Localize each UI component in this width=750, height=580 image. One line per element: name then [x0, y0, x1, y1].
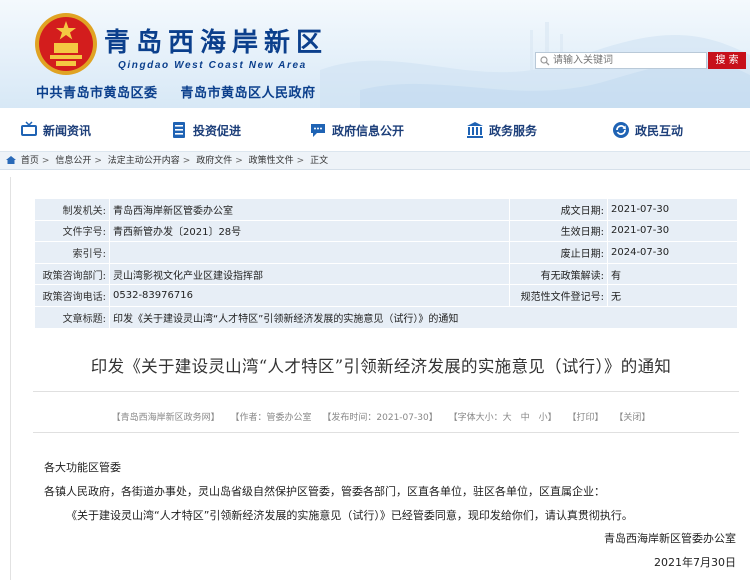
nav-item-services[interactable]: 政务服务: [466, 120, 537, 140]
nav-label: 政府信息公开: [332, 123, 405, 138]
breadcrumb-info[interactable]: 信息公开: [55, 156, 91, 166]
table-row: 文件字号: 青西新管办发〔2021〕28号 生效日期: 2021-07-30: [34, 219, 738, 243]
main-navigation: 新闻资讯 投资促进 政府信息公开 政务服务 政民互动: [0, 108, 750, 152]
meta-label: 文章标题:: [34, 305, 110, 329]
meta-label: 索引号:: [34, 241, 110, 264]
org-government: 青岛市黄岛区人民政府: [180, 86, 316, 101]
recipients: 各镇人民政府，各街道办事处，灵山岛省级自然保护区管委，管委各部门，区直各单位，驻…: [44, 485, 605, 498]
meta-value: 有: [607, 262, 738, 286]
meta-label: 制发机关:: [34, 198, 110, 221]
print-link[interactable]: 【打印】: [567, 413, 603, 423]
font-size-control[interactable]: 【字体大小：大 中 小】: [449, 413, 557, 423]
source-text: 【青岛西海岸新区政务网】: [111, 413, 220, 423]
meta-value: 无: [607, 284, 738, 307]
meta-label: 规范性文件登记号:: [509, 284, 608, 307]
meta-value: 青岛西海岸新区管委办公室: [109, 198, 510, 221]
signature-date: 2021年7月30日: [654, 556, 736, 569]
nav-item-news[interactable]: 新闻资讯: [20, 120, 91, 140]
meta-label: 政策咨询部门:: [34, 262, 110, 286]
refresh-icon: [613, 122, 629, 138]
building-icon: [467, 122, 483, 138]
article-content: 制发机关: 青岛西海岸新区管委办公室 成文日期: 2021-07-30 文件字号…: [10, 177, 750, 580]
meta-value: 灵山湾影视文化产业区建设指挥部: [109, 262, 510, 286]
breadcrumb: 首页 > 信息公开 > 法定主动公开内容 > 政府文件 > 政策性文件 > 正文: [0, 152, 750, 170]
nav-item-investment[interactable]: 投资促进: [170, 120, 241, 140]
meta-value: 2021-07-30: [607, 219, 738, 243]
table-row: 政策咨询部门: 灵山湾影视文化产业区建设指挥部 有无政策解读: 有: [34, 262, 738, 286]
meta-label: 废止日期:: [509, 241, 608, 264]
divider: [33, 391, 739, 392]
search-button[interactable]: 搜 索: [708, 52, 746, 69]
search-box[interactable]: [535, 52, 707, 69]
tv-icon: [21, 121, 37, 136]
close-link[interactable]: 【关闭】: [614, 413, 650, 423]
breadcrumb-gov-files[interactable]: 政府文件: [196, 156, 232, 166]
site-header: 青岛西海岸新区 Qingdao West Coast New Area 中共青岛…: [0, 0, 750, 108]
site-subtitle: Qingdao West Coast New Area: [118, 60, 307, 71]
meta-value: 2024-07-30: [607, 241, 738, 264]
nav-item-info-disclosure[interactable]: 政府信息公开: [309, 120, 404, 140]
site-title: 青岛西海岸新区: [104, 28, 329, 58]
table-row: 文章标题: 印发《关于建设灵山湾“人才特区”引领新经济发展的实施意见（试行）》的…: [34, 305, 738, 329]
search-icon: [540, 56, 550, 66]
meta-value: [109, 241, 510, 264]
national-emblem-icon: [35, 13, 97, 75]
salutation: 各大功能区管委: [44, 461, 121, 474]
nav-item-interaction[interactable]: 政民互动: [612, 120, 683, 140]
body-paragraph: 《关于建设灵山湾“人才特区”引领新经济发展的实施意见（试行）》已经管委同意，现印…: [66, 509, 633, 522]
nav-label: 新闻资讯: [43, 123, 92, 138]
breadcrumb-current: 正文: [310, 156, 329, 166]
article-toolbar: 【青岛西海岸新区政务网】 【作者：管委办公室 【发布时间：2021-07-30】…: [11, 410, 750, 423]
meta-value: 印发《关于建设灵山湾“人才特区”引领新经济发展的实施意见（试行）》的通知: [109, 305, 738, 329]
meta-label: 有无政策解读:: [509, 262, 608, 286]
chat-icon: [311, 124, 325, 137]
meta-value: 2021-07-30: [607, 198, 738, 221]
meta-label: 成文日期:: [509, 198, 608, 221]
table-row: 制发机关: 青岛西海岸新区管委办公室 成文日期: 2021-07-30: [34, 198, 738, 221]
document-title: 印发《关于建设灵山湾“人才特区”引领新经济发展的实施意见（试行）》的通知: [90, 357, 672, 376]
breadcrumb-statutory[interactable]: 法定主动公开内容: [108, 156, 180, 166]
signature: 青岛西海岸新区管委办公室: [604, 532, 736, 545]
organization-line: 中共青岛市黄岛区委 青岛市黄岛区人民政府: [36, 82, 334, 101]
nav-label: 投资促进: [193, 123, 242, 138]
document-list-icon: [173, 122, 185, 138]
meta-label: 文件字号:: [34, 219, 110, 243]
meta-value: 青西新管办发〔2021〕28号: [109, 219, 510, 243]
breadcrumb-policy-files[interactable]: 政策性文件: [249, 156, 294, 166]
table-row: 索引号: 废止日期: 2024-07-30: [34, 241, 738, 264]
publish-time-text: 【发布时间：2021-07-30】: [322, 413, 438, 423]
table-row: 政策咨询电话: 0532-83976716 规范性文件登记号: 无: [34, 284, 738, 307]
home-icon: [6, 156, 16, 164]
search-input[interactable]: [553, 54, 703, 67]
breadcrumb-home[interactable]: 首页: [21, 156, 39, 166]
divider: [33, 432, 739, 433]
author-text: 【作者：管委办公室: [230, 413, 312, 423]
meta-value: 0532-83976716: [109, 284, 510, 307]
meta-label: 生效日期:: [509, 219, 608, 243]
meta-label: 政策咨询电话:: [34, 284, 110, 307]
nav-label: 政务服务: [489, 123, 538, 138]
org-party-committee: 中共青岛市黄岛区委: [36, 86, 158, 101]
document-meta-table: 制发机关: 青岛西海岸新区管委办公室 成文日期: 2021-07-30 文件字号…: [34, 198, 738, 329]
nav-label: 政民互动: [635, 123, 684, 138]
